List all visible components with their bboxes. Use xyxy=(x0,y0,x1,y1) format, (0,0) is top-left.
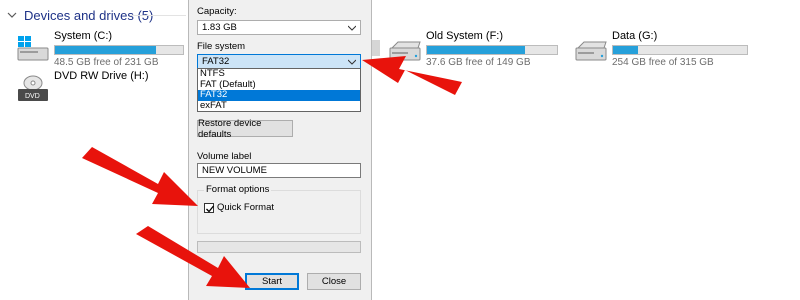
close-button[interactable]: Close xyxy=(307,273,361,290)
quick-format-checkbox[interactable]: Quick Format xyxy=(204,202,274,213)
dvd-drive-icon: DVD xyxy=(18,75,48,101)
drive-free-space: 254 GB free of 315 GB xyxy=(612,57,714,68)
file-system-value: FAT32 xyxy=(202,56,230,67)
drive-name: DVD RW Drive (H:) xyxy=(54,70,149,82)
drive-usage-fill xyxy=(613,46,639,54)
drive-old-system-f[interactable]: Old System (F:) 37.6 GB free of 149 GB xyxy=(388,30,568,70)
file-system-option-fat32[interactable]: FAT32 xyxy=(198,89,360,101)
start-button[interactable]: Start xyxy=(245,273,299,290)
hard-drive-icon xyxy=(389,41,421,61)
file-system-select[interactable]: FAT32 xyxy=(197,54,361,69)
drive-usage-bar xyxy=(426,45,558,55)
file-system-option-ntfs[interactable]: NTFS xyxy=(198,68,360,80)
volume-label-label: Volume label xyxy=(197,151,252,162)
quick-format-label: Quick Format xyxy=(217,202,275,213)
format-progress-bar xyxy=(197,241,361,253)
chevron-down-icon xyxy=(348,59,356,65)
red-arrow-icon xyxy=(82,147,198,206)
format-options-group: Format options Quick Format xyxy=(197,184,361,234)
drive-free-space: 37.6 GB free of 149 GB xyxy=(426,57,531,68)
format-dialog: Capacity: 1.83 GB File system FAT32 NTFS… xyxy=(188,0,372,300)
capacity-value: 1.83 GB xyxy=(202,22,237,33)
file-system-option-exfat[interactable]: exFAT xyxy=(198,100,360,112)
drive-data-g[interactable]: Data (G:) 254 GB free of 315 GB xyxy=(574,30,754,70)
drive-dvd-h[interactable]: DVD DVD RW Drive (H:) xyxy=(16,70,176,110)
hard-drive-icon xyxy=(575,41,607,61)
windows-drive-icon xyxy=(17,36,49,61)
drive-usage-bar xyxy=(54,45,184,55)
drive-name: System (C:) xyxy=(54,30,113,42)
drive-usage-fill xyxy=(427,46,525,54)
drive-name: Old System (F:) xyxy=(426,30,504,42)
drive-free-space: 48.5 GB free of 231 GB xyxy=(54,57,159,68)
capacity-select[interactable]: 1.83 GB xyxy=(197,20,361,35)
background-window-edge xyxy=(372,40,380,56)
drive-usage-fill xyxy=(55,46,157,54)
chevron-down-icon xyxy=(7,12,17,18)
capacity-label: Capacity: xyxy=(197,6,237,17)
svg-text:DVD: DVD xyxy=(25,93,40,100)
drive-system-c[interactable]: System (C:) 48.5 GB free of 231 GB xyxy=(16,30,188,70)
file-system-dropdown-list: NTFS FAT (Default) FAT32 exFAT xyxy=(197,68,361,112)
checkbox-box xyxy=(204,202,215,213)
volume-label-input[interactable] xyxy=(197,163,361,178)
checkmark-icon xyxy=(206,205,215,212)
format-options-label: Format options xyxy=(204,184,272,195)
drive-usage-bar xyxy=(612,45,748,55)
group-divider xyxy=(130,15,186,16)
file-system-label: File system xyxy=(197,41,246,52)
chevron-down-icon xyxy=(348,25,356,31)
drive-name: Data (G:) xyxy=(612,30,658,42)
restore-defaults-button[interactable]: Restore device defaults xyxy=(197,118,293,140)
